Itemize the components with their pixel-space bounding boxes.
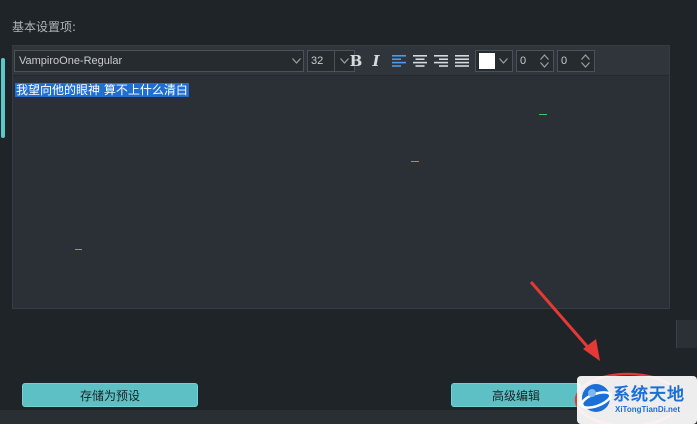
bold-button[interactable]: B [347, 52, 365, 70]
line-height-stepper[interactable]: 0 [557, 50, 595, 72]
color-swatch[interactable] [479, 53, 495, 69]
chevron-down-icon[interactable] [495, 58, 512, 64]
text-color-picker[interactable] [475, 50, 513, 72]
spacing-stepper[interactable]: 0 [516, 50, 554, 72]
chevron-down-icon[interactable] [289, 51, 303, 71]
text-editor[interactable]: VampiroOne-Regular 32 B I 0 0 我望向他的眼神 算不… [12, 45, 670, 309]
align-right-icon [434, 55, 448, 67]
font-family-value: VampiroOne-Regular [19, 55, 123, 67]
chevron-up-icon [539, 54, 549, 60]
align-center-button[interactable] [411, 52, 429, 70]
align-center-icon [413, 55, 427, 67]
globe-logo-icon [580, 384, 612, 412]
artifact-speck [411, 161, 419, 162]
scroll-indicator[interactable] [1, 58, 5, 138]
justify-button[interactable] [453, 52, 471, 70]
italic-button[interactable]: I [367, 52, 385, 70]
section-title: 基本设置项: [12, 20, 77, 34]
watermark-title: 系统天地 [613, 385, 685, 405]
align-right-button[interactable] [432, 52, 450, 70]
advanced-edit-button[interactable]: 高级编辑 [451, 383, 581, 407]
format-toolbar: VampiroOne-Regular 32 B I 0 0 [13, 46, 669, 76]
save-preset-button[interactable]: 存储为预设 [22, 383, 198, 407]
side-tab[interactable] [676, 320, 697, 348]
artifact-speck [75, 249, 82, 250]
align-left-icon [392, 55, 406, 67]
align-justify-icon [455, 55, 469, 67]
text-settings-panel: 基本设置项: VampiroOne-Regular 32 B I 0 0 我望向… [0, 0, 697, 424]
watermark-logo: 系统天地 XiTongTianDi.net [577, 376, 697, 424]
watermark-subtitle: XiTongTianDi.net [615, 405, 681, 414]
spacing-value: 0 [520, 55, 527, 67]
selected-text[interactable]: 我望向他的眼神 算不上什么清白 [15, 83, 189, 97]
align-left-button[interactable] [390, 52, 408, 70]
chevron-down-icon [580, 62, 590, 68]
artifact-speck [539, 114, 547, 115]
editor-content[interactable]: 我望向他的眼神 算不上什么清白 [15, 79, 189, 98]
line-height-value: 0 [561, 55, 568, 67]
chevron-up-icon [580, 54, 590, 60]
font-size-value: 32 [311, 55, 324, 67]
chevron-down-icon [539, 62, 549, 68]
font-family-select[interactable]: VampiroOne-Regular [14, 50, 304, 72]
